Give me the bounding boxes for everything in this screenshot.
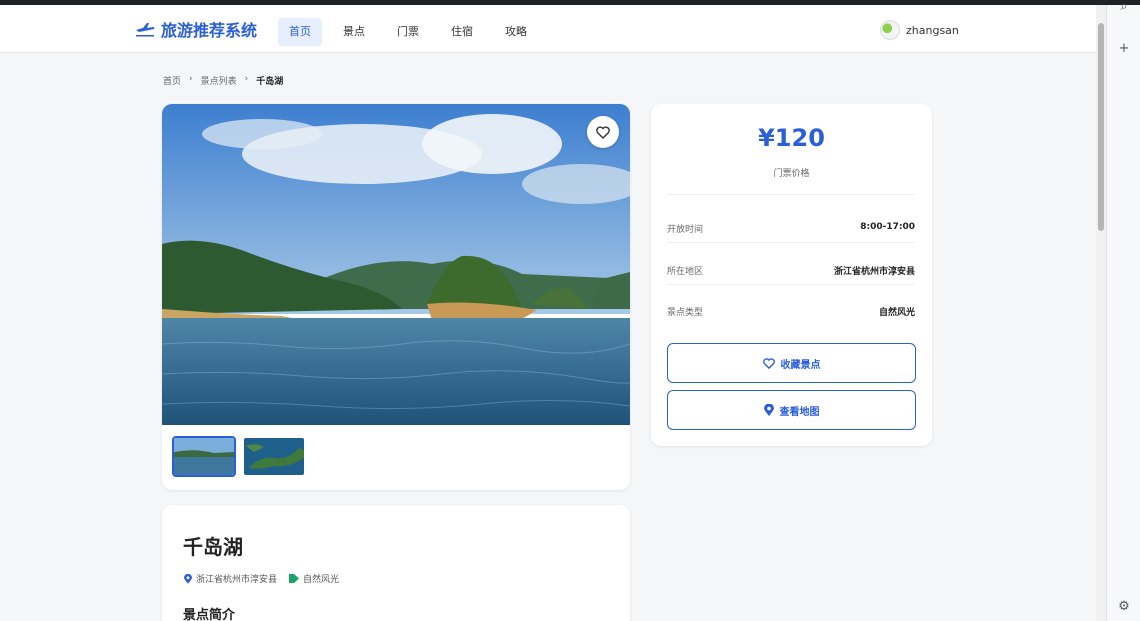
divider xyxy=(667,284,915,285)
attraction-title: 千岛湖 xyxy=(183,535,243,559)
favorite-attraction-button[interactable]: 收藏景点 xyxy=(667,343,916,383)
user-menu[interactable]: zhangsan xyxy=(880,20,959,40)
info-row-region: 所在地区 浙江省杭州市淳安县 xyxy=(667,264,915,277)
ticket-price-label: 门票价格 xyxy=(773,169,810,179)
heart-icon xyxy=(762,357,775,369)
thumbnail-strip xyxy=(172,436,306,477)
logo[interactable]: 旅游推荐系统 xyxy=(135,17,257,41)
browser-sidebar: ⌕ + ⚙ xyxy=(1106,0,1140,621)
nav-item-home[interactable]: 首页 xyxy=(278,18,322,46)
breadcrumb-current: 千岛湖 xyxy=(256,77,284,87)
plane-icon xyxy=(136,23,155,37)
scrollbar-thumb[interactable] xyxy=(1098,23,1104,231)
attraction-meta: 浙江省杭州市淳安县 自然风光 xyxy=(184,572,339,585)
view-map-button[interactable]: 查看地图 xyxy=(667,390,916,430)
info-value: 浙江省杭州市淳安县 xyxy=(833,267,915,277)
ticket-info-card: ¥120 门票价格 开放时间 8:00-17:00 所在地区 浙江省杭州市淳安县… xyxy=(651,104,932,446)
view-map-label: 查看地图 xyxy=(779,406,820,418)
info-value: 自然风光 xyxy=(878,308,915,318)
breadcrumb-home[interactable]: 首页 xyxy=(163,74,181,87)
username: zhangsan xyxy=(906,23,959,37)
nav-item-guides[interactable]: 攻略 xyxy=(494,18,538,46)
breadcrumb-separator-icon: › xyxy=(189,74,193,84)
gallery-card xyxy=(162,104,630,490)
info-key: 开放时间 xyxy=(667,225,704,235)
info-value: 8:00-17:00 xyxy=(860,222,915,232)
heart-icon xyxy=(596,125,610,139)
thumbnail-1[interactable] xyxy=(172,436,236,477)
section-title: 景点简介 xyxy=(183,608,236,621)
page-scrollbar[interactable] xyxy=(1096,5,1106,621)
breadcrumb-separator-icon: › xyxy=(244,74,249,84)
nav-item-attractions[interactable]: 景点 xyxy=(332,18,376,46)
tag-icon xyxy=(289,574,300,583)
hero-image xyxy=(162,104,630,425)
add-icon[interactable]: + xyxy=(1107,41,1140,56)
search-icon[interactable]: ⌕ xyxy=(1107,0,1140,14)
map-pin-icon xyxy=(184,573,192,584)
favorite-button[interactable] xyxy=(587,116,619,148)
attraction-category-text: 自然风光 xyxy=(303,575,340,585)
top-navbar: 旅游推荐系统 首页 景点 门票 住宿 攻略 zhangsan xyxy=(0,5,1106,53)
nav-item-hotels[interactable]: 住宿 xyxy=(440,18,484,46)
divider xyxy=(667,242,915,243)
favorite-attraction-label: 收藏景点 xyxy=(780,359,821,371)
main-nav: 首页 景点 门票 住宿 攻略 xyxy=(278,18,538,46)
info-key: 所在地区 xyxy=(667,267,704,277)
info-row-hours: 开放时间 8:00-17:00 xyxy=(667,222,915,235)
map-pin-icon xyxy=(763,404,774,416)
attraction-detail-card: 千岛湖 浙江省杭州市淳安县 自然风光 景点简介 xyxy=(162,505,630,621)
gear-icon[interactable]: ⚙ xyxy=(1107,599,1140,614)
divider xyxy=(667,194,915,195)
breadcrumb: 首页 › 景点列表 › 千岛湖 xyxy=(163,74,283,87)
nav-item-tickets[interactable]: 门票 xyxy=(386,18,430,46)
logo-text: 旅游推荐系统 xyxy=(161,21,258,40)
attraction-category: 自然风光 xyxy=(289,572,339,585)
avatar xyxy=(880,20,900,40)
attraction-location-text: 浙江省杭州市淳安县 xyxy=(196,575,278,585)
page-viewport: 旅游推荐系统 首页 景点 门票 住宿 攻略 zhangsan 首页 › 景点列表… xyxy=(0,5,1106,621)
attraction-location: 浙江省杭州市淳安县 xyxy=(184,572,277,585)
thumbnail-2[interactable] xyxy=(242,436,306,477)
breadcrumb-list[interactable]: 景点列表 xyxy=(201,74,237,87)
ticket-price: ¥120 xyxy=(758,124,825,152)
info-key: 景点类型 xyxy=(667,308,704,318)
info-row-type: 景点类型 自然风光 xyxy=(667,305,915,318)
